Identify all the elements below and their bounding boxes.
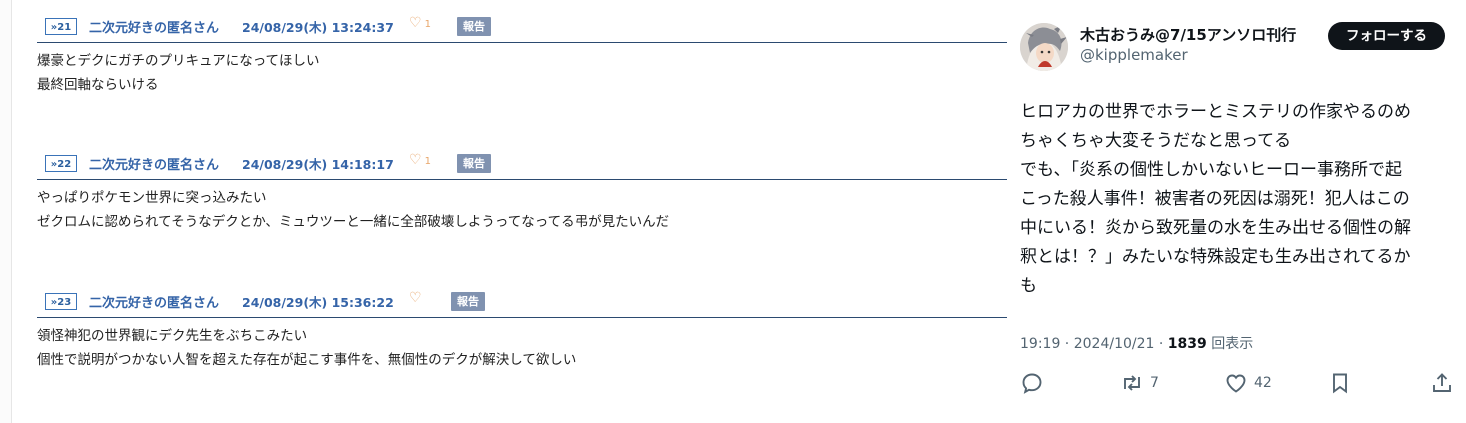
tweet-text: ヒロアカの世界でホラーとミステリの作家やるのめ ちゃくちゃ大変そうだなと思ってる…	[1020, 98, 1450, 301]
post-22: » 22 二次元好きの匿名さん 24/08/29(木) 14:18:17 ♡ 1 報…	[37, 151, 1007, 230]
heart-icon: ♡	[409, 290, 422, 306]
heart-icon: ♡	[409, 152, 422, 168]
like-count: 1	[424, 156, 431, 167]
tweet-time[interactable]: 19:19	[1020, 336, 1060, 352]
poster-name: 二次元好きの匿名さん	[89, 158, 220, 173]
tweet-line: こった殺人事件！被害者の死因は溺死！犯人はこの	[1020, 189, 1410, 209]
meta-separator: ·	[1154, 336, 1168, 352]
like-count: 42	[1254, 375, 1272, 391]
post-body: 領怪神犯の世界観にデク先生をぶちこみたい 個性で説明がつかない人智を超えた存在が…	[37, 325, 576, 372]
post-number: 21	[57, 22, 72, 33]
tweet-meta: 19:19 · 2024/10/21 · 1839 回表示	[1020, 333, 1253, 353]
post-line: やっぱりポケモン世界に突っ込みたい	[37, 190, 267, 206]
thread-board: » 21 二次元好きの匿名さん 24/08/29(木) 13:24:37 ♡ 1 報…	[0, 0, 1010, 423]
post-divider	[37, 317, 1007, 318]
post-body: やっぱりポケモン世界に突っ込みたい ゼクロムに認められてそうなデクとか、ミュウツ…	[37, 187, 669, 234]
views-label: 回表示	[1211, 336, 1254, 352]
tweet-line: ヒロアカの世界でホラーとミステリの作家やるのめ	[1020, 102, 1411, 122]
like-button[interactable]: ♡ 1	[409, 15, 431, 31]
double-chevron-icon: »	[50, 22, 58, 33]
reply-button[interactable]	[1020, 368, 1044, 398]
post-line: 最終回軸ならいける	[37, 76, 159, 93]
post-line: 領怪神犯の世界観にデク先生をぶちこみたい	[37, 328, 308, 344]
post-21: » 21 二次元好きの匿名さん 24/08/29(木) 13:24:37 ♡ 1 報…	[37, 14, 1007, 93]
poster-name: 二次元好きの匿名さん	[89, 296, 220, 311]
tweet-line: でも、「炎系の個性しかいないヒーロー事務所で起	[1020, 160, 1402, 180]
post-number-link[interactable]: » 21	[45, 18, 77, 35]
like-button[interactable]: ♡ 1	[409, 152, 431, 168]
tweet-line: も	[1020, 276, 1037, 296]
report-button[interactable]: 報告	[457, 154, 491, 173]
avatar-illustration	[1020, 23, 1068, 71]
view-count: 1839	[1167, 336, 1207, 352]
tweet-line: ちゃくちゃ大変そうだなと思ってる	[1020, 131, 1292, 151]
meta-separator: ·	[1060, 336, 1074, 352]
post-header: » 22 二次元好きの匿名さん 24/08/29(木) 14:18:17 ♡ 1 報…	[37, 151, 1007, 180]
author-handle[interactable]: @kipplemaker	[1080, 46, 1188, 64]
share-icon	[1433, 373, 1451, 392]
report-button[interactable]: 報告	[451, 292, 485, 311]
like-button[interactable]: 42	[1224, 368, 1272, 398]
like-count: 1	[424, 19, 431, 30]
retweet-button[interactable]: 7	[1120, 368, 1159, 398]
reply-icon	[1022, 373, 1042, 394]
post-number: 22	[57, 159, 72, 170]
double-chevron-icon: »	[50, 297, 58, 308]
post-line: 爆豪とデクにガチのプリキュアになってほしい	[37, 53, 320, 69]
report-button[interactable]: 報告	[457, 17, 491, 36]
post-header: » 23 二次元好きの匿名さん 24/08/29(木) 15:36:22 ♡ 報告	[37, 289, 1007, 318]
poster-name: 二次元好きの匿名さん	[89, 21, 220, 36]
post-number-link[interactable]: » 23	[45, 293, 77, 310]
post-number-link[interactable]: » 22	[45, 155, 77, 172]
avatar[interactable]	[1020, 23, 1068, 71]
post-date: 24/08/29(木) 14:18:17	[242, 157, 394, 172]
like-button[interactable]: ♡	[409, 290, 425, 306]
tweet-actions: 7 42	[1010, 368, 1466, 400]
post-date: 24/08/29(木) 15:36:22	[242, 295, 394, 310]
tweet-line: 中にいる！炎から致死量の水を生み出せる個性の解	[1020, 218, 1411, 238]
post-number: 23	[57, 297, 72, 308]
bookmark-icon	[1333, 373, 1347, 394]
author-name[interactable]: 木古おうみ@7/15アンソロ刊行	[1080, 24, 1296, 45]
retweet-icon	[1124, 375, 1140, 391]
retweet-count: 7	[1150, 375, 1159, 391]
heart-icon: ♡	[409, 15, 422, 31]
tweet-line: 釈とは！？」みたいな特殊設定も生み出されてるか	[1020, 247, 1411, 267]
post-body: 爆豪とデクにガチのプリキュアになってほしい 最終回軸ならいける	[37, 50, 320, 97]
post-line: 個性で説明がつかない人智を超えた存在が起こす事件を、無個性のデクが解決して欲しい	[37, 351, 577, 368]
tweet-card: 木古おうみ@7/15アンソロ刊行 @kipplemaker フォローする ヒロア…	[1010, 0, 1466, 423]
post-divider	[37, 179, 1007, 180]
share-button[interactable]	[1430, 368, 1454, 398]
bookmark-button[interactable]	[1328, 368, 1352, 398]
post-header: » 21 二次元好きの匿名さん 24/08/29(木) 13:24:37 ♡ 1 報…	[37, 14, 1007, 43]
double-chevron-icon: »	[50, 159, 58, 170]
post-23: » 23 二次元好きの匿名さん 24/08/29(木) 15:36:22 ♡ 報告…	[37, 289, 1007, 368]
like-icon	[1226, 374, 1246, 393]
post-divider	[37, 42, 1007, 43]
post-date: 24/08/29(木) 13:24:37	[242, 20, 394, 35]
follow-button[interactable]: フォローする	[1328, 22, 1445, 50]
tweet-date[interactable]: 2024/10/21	[1074, 336, 1155, 352]
post-line: ゼクロムに認められてそうなデクとか、ミュウツーと一緒に全部破壊しようってなってる…	[37, 213, 670, 230]
